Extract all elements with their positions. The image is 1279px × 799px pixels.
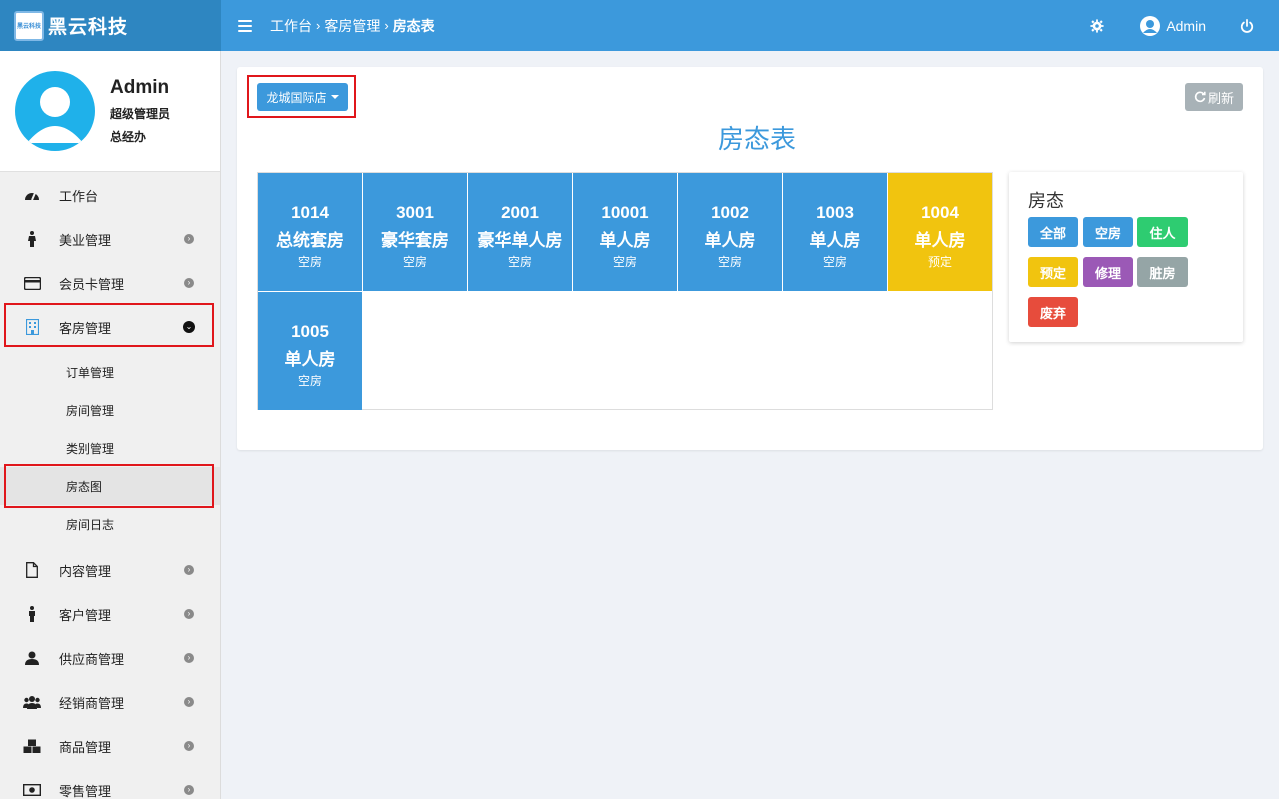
gear-icon[interactable] (1090, 18, 1104, 33)
page-title: 房态表 (717, 124, 796, 154)
room-card[interactable]: 1005 单人房 空房 (258, 292, 362, 410)
sidebar-subitem-room-log[interactable]: 房间日志 (0, 505, 220, 543)
breadcrumb-separator: › (384, 18, 389, 33)
chevron-right-icon: › (184, 609, 194, 619)
sidebar-item-member-card[interactable]: 会员卡管理 › (0, 261, 220, 305)
money-icon (23, 782, 41, 798)
room-grid: 1014 总统套房 空房 3001 豪华套房 空房 2001 豪华单人房 空房 … (257, 172, 993, 410)
highlight-store-select (247, 75, 356, 118)
user-profile: Admin 超级管理员 总经办 (0, 51, 220, 172)
profile-name: Admin (110, 77, 170, 98)
logo-icon: 黑云科技 (14, 10, 44, 41)
users-icon (23, 694, 41, 710)
breadcrumb: 工作台 › 客房管理 › 房态表 (270, 16, 435, 36)
chevron-right-icon: › (184, 697, 194, 707)
sidebar-subitem-rooms[interactable]: 房间管理 (0, 391, 220, 429)
filter-dirty-button[interactable]: 脏房 (1137, 257, 1188, 287)
profile-dept: 总经办 (110, 130, 147, 144)
sidebar: Admin 超级管理员 总经办 工作台 美业管理 › 会员卡管理 › 客房管理 … (0, 51, 221, 799)
cubes-icon (23, 738, 41, 754)
breadcrumb-current: 房态表 (392, 17, 435, 34)
chevron-right-icon: › (184, 278, 194, 288)
sidebar-subitem-categories[interactable]: 类别管理 (0, 429, 220, 467)
filter-occupied-button[interactable]: 住人 (1137, 217, 1188, 247)
avatar (15, 71, 95, 151)
room-card[interactable]: 3001 豪华套房 空房 (363, 173, 467, 291)
hamburger-menu-icon[interactable] (238, 19, 252, 32)
person-icon (23, 231, 41, 247)
sidebar-item-content[interactable]: 内容管理 › (0, 548, 220, 592)
room-card[interactable]: 1002 单人房 空房 (678, 173, 782, 291)
room-card[interactable]: 1014 总统套房 空房 (258, 173, 362, 291)
chevron-right-icon: › (184, 565, 194, 575)
sidebar-item-products[interactable]: 商品管理 › (0, 724, 220, 768)
app-title: 黑云科技 (48, 17, 129, 38)
filter-reserved-button[interactable]: 预定 (1028, 257, 1078, 287)
filter-discarded-button[interactable]: 废弃 (1028, 297, 1078, 327)
sidebar-item-distributors[interactable]: 经销商管理 › (0, 680, 220, 724)
highlight-room-status (4, 464, 214, 508)
sidebar-item-customers[interactable]: 客户管理 › (0, 592, 220, 636)
highlight-room-management (4, 303, 214, 347)
sidebar-item-beauty[interactable]: 美业管理 › (0, 217, 220, 261)
file-icon (23, 562, 41, 578)
chevron-right-icon: › (184, 234, 194, 244)
breadcrumb-separator: › (316, 18, 321, 33)
status-legend: 房态 全部 空房 住人 预定 修理 脏房 废弃 (1009, 172, 1243, 342)
chevron-right-icon: › (184, 785, 194, 795)
room-card[interactable]: 10001 单人房 空房 (573, 173, 677, 291)
filter-repair-button[interactable]: 修理 (1083, 257, 1133, 287)
room-status-panel: 龙城国际店 刷新 房态表 1014 总统套房 空房 3001 豪华套房 空房 2… (237, 67, 1263, 450)
breadcrumb-workbench[interactable]: 工作台 (270, 16, 312, 36)
room-card[interactable]: 1003 单人房 空房 (783, 173, 887, 291)
credit-card-icon (23, 275, 41, 291)
dashboard-icon (23, 187, 41, 203)
legend-title: 房态 (1028, 191, 1064, 211)
sidebar-item-workbench[interactable]: 工作台 (0, 173, 220, 217)
chevron-right-icon: › (184, 741, 194, 751)
profile-role: 超级管理员 (110, 107, 171, 121)
user-avatar-icon (1140, 15, 1161, 36)
chevron-right-icon: › (184, 653, 194, 663)
refresh-button[interactable]: 刷新 (1185, 83, 1243, 111)
user-name: Admin (1166, 17, 1206, 34)
breadcrumb-room-management[interactable]: 客房管理 (324, 16, 380, 36)
refresh-icon (1194, 91, 1206, 103)
sidebar-item-suppliers[interactable]: 供应商管理 › (0, 636, 220, 680)
room-card[interactable]: 2001 豪华单人房 空房 (468, 173, 572, 291)
top-navbar: 工作台 › 客房管理 › 房态表 Admin (221, 0, 1279, 51)
filter-all-button[interactable]: 全部 (1028, 217, 1078, 247)
filter-vacant-button[interactable]: 空房 (1083, 217, 1133, 247)
sidebar-subitem-orders[interactable]: 订单管理 (0, 353, 220, 391)
logo-bar: 黑云科技 黑云科技 (0, 0, 221, 51)
user-menu[interactable]: Admin (1140, 15, 1206, 36)
power-icon[interactable] (1240, 18, 1254, 33)
sidebar-item-retail[interactable]: 零售管理 › (0, 768, 220, 799)
person-icon (23, 606, 41, 622)
user-icon (23, 650, 41, 666)
room-card[interactable]: 1004 单人房 预定 (888, 173, 992, 291)
